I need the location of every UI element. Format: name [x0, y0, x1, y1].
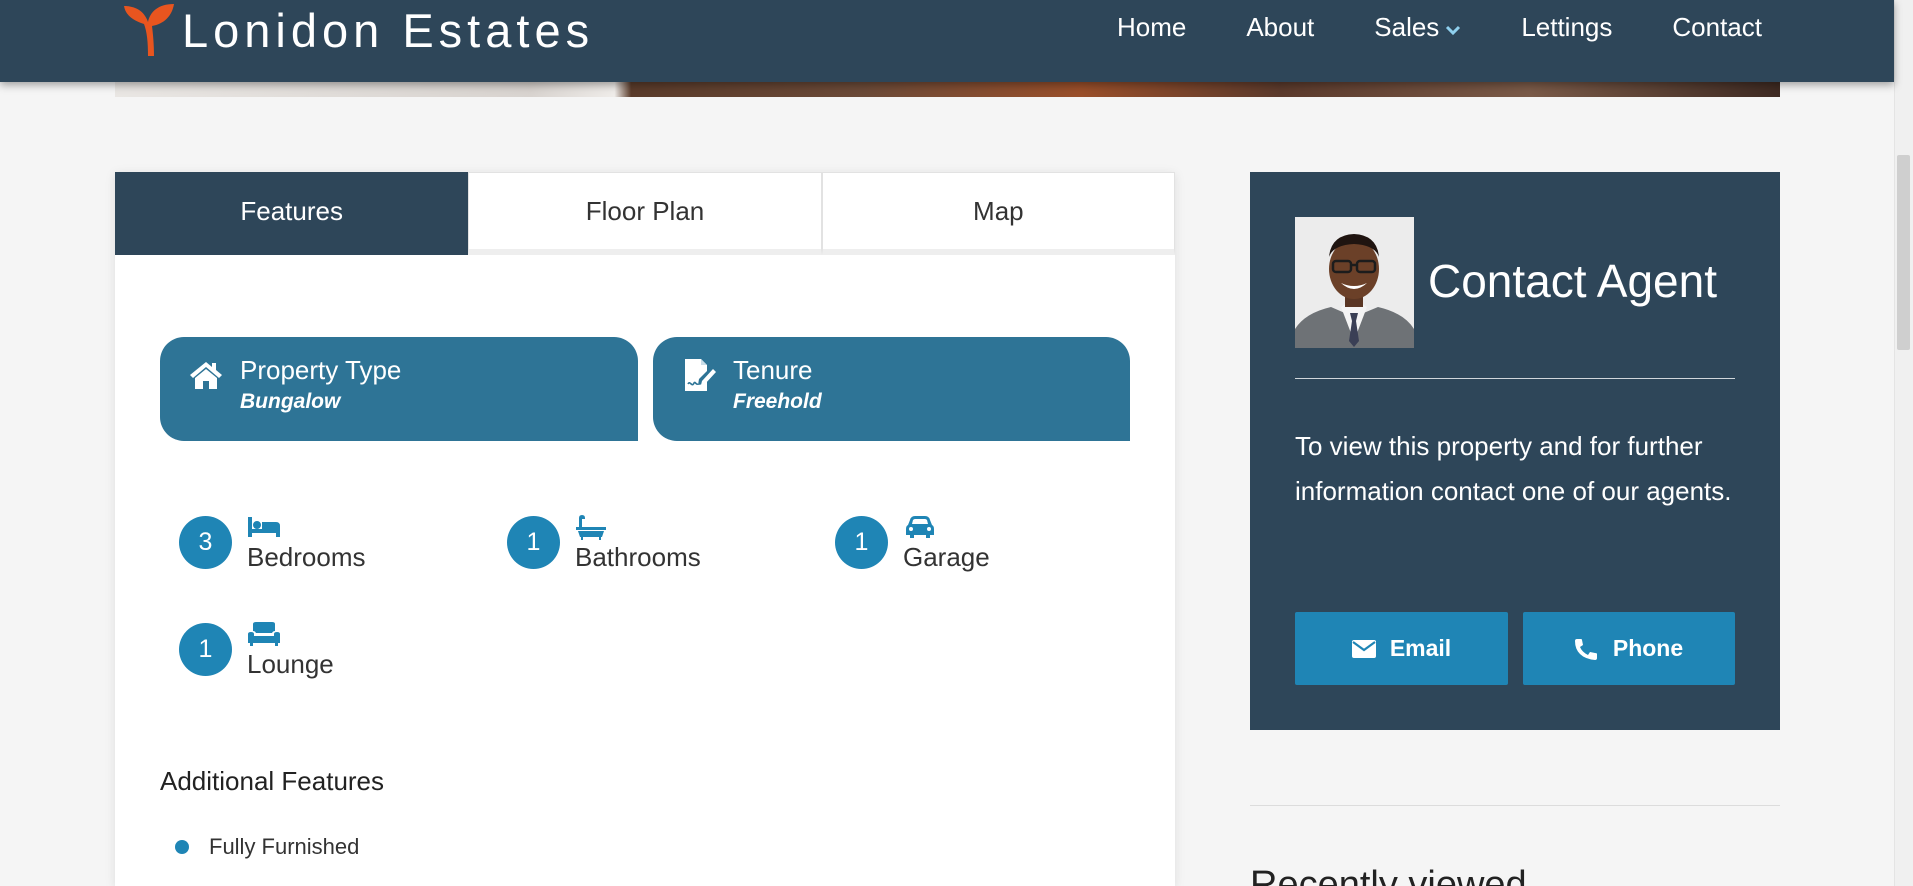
nav-home[interactable]: Home	[1117, 12, 1186, 43]
nav-contact-label: Contact	[1672, 11, 1762, 42]
tab-floor-plan[interactable]: Floor Plan	[468, 172, 822, 255]
envelope-icon	[1351, 639, 1376, 658]
sofa-icon	[248, 622, 280, 646]
property-type-box: Property Type Bungalow	[160, 337, 638, 441]
nav-lettings-label: Lettings	[1521, 11, 1613, 42]
tenure-box: Tenure Freehold	[653, 337, 1130, 441]
site-logo[interactable]: Lonidon Estates	[120, 2, 594, 58]
nav-about[interactable]: About	[1246, 12, 1314, 43]
room-count-badge: 3	[179, 516, 232, 569]
room-label: Bathrooms	[575, 542, 701, 572]
tenure-title: Tenure	[733, 355, 813, 385]
car-icon	[906, 516, 934, 538]
tenure-value: Freehold	[733, 390, 822, 414]
nav-home-label: Home	[1116, 11, 1187, 42]
phone-button[interactable]: Phone	[1523, 612, 1735, 685]
tab-features[interactable]: Features	[115, 172, 469, 255]
room-lounge: 1 Lounge	[179, 621, 334, 680]
room-label: Garage	[903, 542, 990, 572]
house-icon	[190, 362, 222, 389]
phone-icon	[1574, 638, 1597, 660]
phone-button-label: Phone	[1612, 635, 1684, 661]
email-button[interactable]: Email	[1295, 612, 1508, 685]
info-boxes: Property Type Bungalow Tenure Freehold	[160, 337, 1130, 441]
scrollbar-thumb[interactable]	[1897, 155, 1910, 350]
logo-text: Lonidon Estates	[182, 3, 595, 57]
recently-viewed-heading: Recently viewed	[1250, 864, 1527, 886]
property-type-value: Bungalow	[240, 390, 341, 414]
room-garage: 1 Garage	[835, 514, 990, 573]
site-header: Lonidon Estates Home About Sales Letting…	[0, 0, 1894, 82]
nav-sales-label: Sales	[1374, 11, 1440, 42]
agent-avatar	[1295, 217, 1414, 348]
page-scrollbar[interactable]	[1894, 0, 1913, 886]
main-nav: Home About Sales Lettings Contact	[1117, 0, 1762, 54]
agent-photo-icon	[1295, 217, 1414, 348]
nav-about-label: About	[1246, 11, 1315, 42]
property-details-card: Features Floor Plan Map Property Type Bu…	[115, 172, 1175, 886]
sprout-logo-icon	[124, 4, 174, 56]
hero-image-strip	[115, 82, 1780, 97]
bath-icon	[576, 515, 606, 540]
nav-sales[interactable]: Sales	[1374, 12, 1461, 43]
room-label: Bedrooms	[247, 542, 366, 572]
room-bathrooms: 1 Bathrooms	[507, 514, 701, 573]
tab-map[interactable]: Map	[821, 172, 1175, 255]
room-bedrooms: 3 Bedrooms	[179, 514, 366, 573]
contact-agent-panel: Contact Agent To view this property and …	[1250, 172, 1780, 730]
nav-lettings[interactable]: Lettings	[1521, 12, 1612, 43]
room-count-badge: 1	[507, 516, 560, 569]
bed-icon	[248, 517, 280, 537]
room-count-badge: 1	[179, 623, 232, 676]
chevron-down-icon	[1446, 25, 1461, 36]
tab-bar: Features Floor Plan Map	[115, 172, 1175, 255]
bullet-icon	[175, 840, 189, 854]
divider	[1250, 805, 1780, 806]
feature-label: Fully Furnished	[209, 834, 360, 859]
list-item: Fully Furnished	[175, 834, 359, 860]
room-count-badge: 1	[835, 516, 888, 569]
contract-signature-icon	[685, 359, 716, 391]
divider	[1295, 378, 1735, 379]
room-label: Lounge	[247, 649, 334, 679]
contact-description: To view this property and for further in…	[1295, 431, 1732, 506]
contact-agent-title: Contact Agent	[1428, 255, 1717, 307]
email-button-label: Email	[1389, 635, 1452, 661]
additional-features-heading: Additional Features	[160, 766, 385, 796]
nav-contact[interactable]: Contact	[1672, 12, 1762, 43]
property-type-title: Property Type	[240, 355, 402, 385]
